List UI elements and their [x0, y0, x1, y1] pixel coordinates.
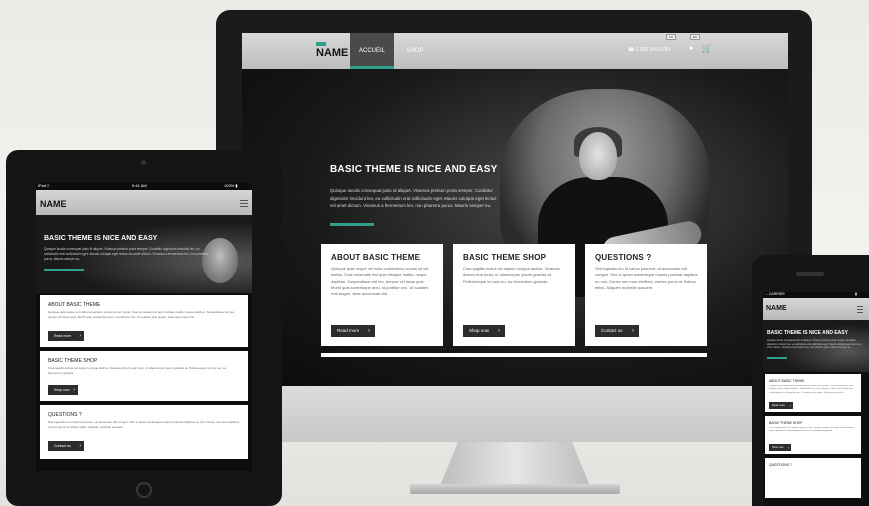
- card-title: ABOUT BASIC THEME: [331, 253, 421, 262]
- ipad-card-about: ABOUT BASIC THEME Quisque quis neque vel…: [40, 295, 248, 347]
- hero-section: BASIC THEME IS NICE AND EASY Quisque iac…: [242, 69, 788, 386]
- card-title: QUESTIONS ?: [769, 463, 792, 467]
- lang-en-button[interactable]: EN: [690, 34, 700, 40]
- menu-icon[interactable]: [857, 306, 863, 315]
- iphone-card-about: ABOUT BASIC THEME Quisque quis neque vel…: [765, 374, 861, 412]
- arrow-right-icon: ›: [79, 333, 81, 339]
- hero-woman-face: [579, 132, 617, 180]
- site-logo[interactable]: NAME: [40, 199, 67, 209]
- ipad-status-battery: 100% ▮: [224, 183, 238, 188]
- arrow-right-icon: ›: [787, 445, 789, 450]
- card-text: Quisque quis neque vel nulla consectetur…: [48, 310, 235, 319]
- card-questions: QUESTIONS ? Sed egestas leo id varius po…: [585, 244, 707, 346]
- ipad-site-header: NAME: [36, 190, 252, 215]
- hero-title: BASIC THEME IS NICE AND EASY: [44, 235, 158, 242]
- logo-text: NAME: [316, 47, 349, 59]
- read-more-button[interactable]: Read more ›: [48, 331, 84, 341]
- card-title: BASIC THEME SHOP: [769, 421, 803, 425]
- arrow-right-icon: ›: [632, 328, 634, 334]
- card-title: QUESTIONS ?: [595, 253, 652, 262]
- card-about: ABOUT BASIC THEME Quisque quis neque vel…: [321, 244, 443, 346]
- card-text: Quisque quis neque vel nulla consectetur…: [331, 266, 429, 297]
- arrow-right-icon: ›: [498, 328, 500, 334]
- ipad-status-carrier: iPad ≡: [38, 183, 50, 188]
- cart-icon[interactable]: 🛒: [702, 44, 712, 53]
- hero-text: Quisque iaculis consequat justo id aliqu…: [44, 247, 209, 261]
- lang-fr-button[interactable]: FR: [666, 34, 676, 40]
- ipad-hero: BASIC THEME IS NICE AND EASY Quisque iac…: [36, 215, 252, 293]
- arrow-right-icon: ›: [368, 328, 370, 334]
- iphone-card-questions: QUESTIONS ?: [765, 458, 861, 498]
- phone-number: ☎ 1 000 345 6789: [628, 47, 671, 53]
- hero-text: Quisque iaculis consequat justo id aliqu…: [767, 339, 862, 350]
- shop-now-button[interactable]: Shop now ›: [769, 444, 791, 451]
- arrow-right-icon: ›: [789, 403, 791, 408]
- hero-title: BASIC THEME IS NICE AND EASY: [767, 330, 848, 336]
- ipad-card-shop: BASIC THEME SHOP Cras sagittis lectus ve…: [40, 351, 248, 401]
- card-text: Cras sagittis lectus vel sapien congue l…: [769, 427, 854, 433]
- contact-us-button[interactable]: Contact us ›: [595, 325, 639, 337]
- imac-foot: [410, 484, 620, 494]
- card-shop: BASIC THEME SHOP Cras sagittis lectus ve…: [453, 244, 575, 346]
- card-title: ABOUT BASIC THEME: [769, 379, 805, 383]
- button-label: Shop now: [54, 388, 70, 392]
- card-title: BASIC THEME SHOP: [48, 358, 98, 364]
- iphone-card-shop: BASIC THEME SHOP Cras sagittis lectus ve…: [765, 416, 861, 454]
- hero-title: BASIC THEME IS NICE AND EASY: [330, 164, 498, 175]
- imac-chin: [216, 386, 812, 442]
- button-label: Shop now: [469, 328, 490, 333]
- iphone-speaker: [796, 272, 824, 276]
- hero-accent-bar: [330, 223, 374, 226]
- user-icon[interactable]: ●: [689, 45, 693, 52]
- menu-icon[interactable]: [240, 200, 248, 209]
- hero-text: Quisque iaculis consequat justo id aliqu…: [330, 188, 497, 208]
- shop-now-button[interactable]: Shop now ›: [463, 325, 505, 337]
- ipad-card-questions: QUESTIONS ? Sed egestas leo id varius po…: [40, 405, 248, 459]
- iphone-site-header: NAME: [763, 298, 869, 320]
- button-label: Shop now: [772, 446, 784, 449]
- imac-screen: NAME ACCUEIL SHOP ☎ 1 000 345 6789 FR EN…: [242, 33, 788, 386]
- card-text: Sed egestas leo id varius posuere, at ac…: [48, 420, 240, 429]
- button-label: Read more: [54, 334, 72, 338]
- card-text: Quisque quis neque vel nulla consectetur…: [769, 385, 854, 394]
- button-label: Contact us: [601, 328, 623, 333]
- shop-now-button[interactable]: Shop now ›: [48, 385, 78, 395]
- ipad-home-button[interactable]: [136, 482, 152, 498]
- site-header: NAME ACCUEIL SHOP ☎ 1 000 345 6789 FR EN…: [242, 33, 788, 69]
- iphone-screen: ∙∙∙ CARRIER ▮ NAME BASIC THEME IS NICE A…: [763, 292, 869, 506]
- card-title: QUESTIONS ?: [48, 412, 82, 418]
- ipad-camera: [141, 160, 146, 165]
- cards-footer-strip: [321, 353, 707, 357]
- site-logo[interactable]: NAME: [766, 305, 787, 312]
- read-more-button[interactable]: Read more ›: [769, 402, 793, 409]
- nav-shop[interactable]: SHOP: [398, 33, 432, 69]
- button-label: Read more: [337, 328, 360, 333]
- iphone-status-carrier: ∙∙∙ CARRIER: [765, 292, 785, 296]
- logo-mark: [316, 42, 326, 46]
- iphone-hero: BASIC THEME IS NICE AND EASY Quisque iac…: [763, 320, 869, 372]
- ipad-screen: iPad ≡ 9:41 AM 100% ▮ NAME BASIC THEME I…: [36, 183, 252, 471]
- imac-stand: [440, 442, 590, 486]
- card-text: Cras sagittis lectus vel sapien congue l…: [463, 266, 560, 284]
- card-title: BASIC THEME SHOP: [463, 253, 547, 262]
- nav-home[interactable]: ACCUEIL: [350, 33, 394, 69]
- card-title: ABOUT BASIC THEME: [48, 302, 101, 308]
- site-logo[interactable]: NAME: [316, 42, 348, 59]
- iphone-status-battery: ▮: [855, 292, 857, 296]
- button-label: Contact us: [54, 444, 71, 448]
- ipad-status-time: 9:41 AM: [132, 183, 147, 188]
- arrow-right-icon: ›: [73, 387, 75, 393]
- hero-accent-bar: [767, 357, 787, 359]
- read-more-button[interactable]: Read more ›: [331, 325, 375, 337]
- card-text: Cras sagittis lectus vel sapien congue l…: [48, 366, 227, 375]
- button-label: Read more: [772, 404, 785, 407]
- contact-us-button[interactable]: Contact us ›: [48, 441, 84, 451]
- arrow-right-icon: ›: [79, 443, 81, 449]
- card-text: Sed egestas leo id varius posuere, at ac…: [595, 266, 698, 290]
- hero-accent-bar: [44, 269, 84, 271]
